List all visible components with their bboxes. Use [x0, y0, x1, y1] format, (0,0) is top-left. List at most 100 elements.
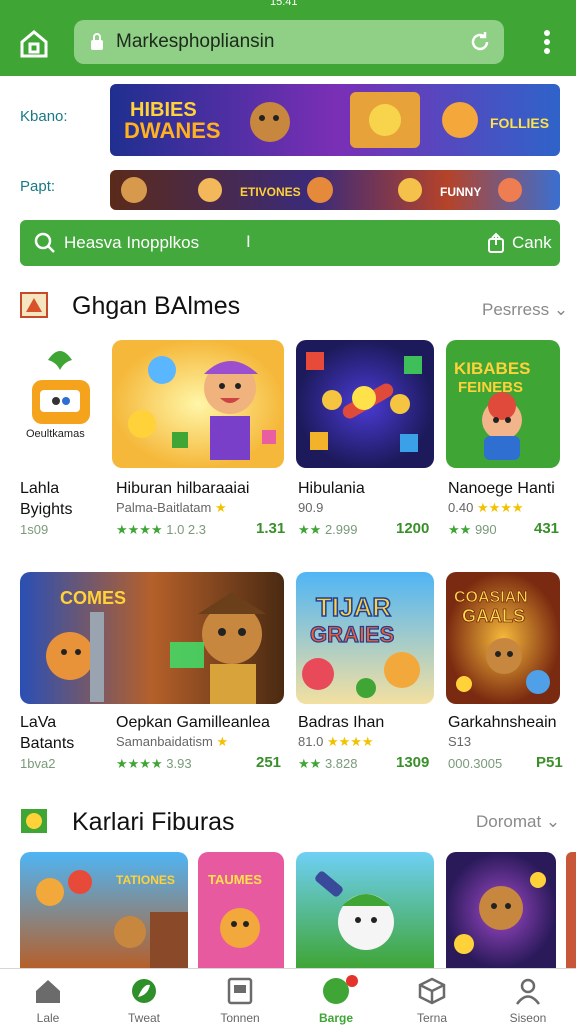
svg-text:GRAIES: GRAIES	[310, 622, 394, 647]
app-6-rating: ★★★★ 3.93	[116, 756, 192, 772]
svg-text:FOLLIES: FOLLIES	[490, 115, 549, 131]
app-2-name: Hiburan hilbaraaiai	[116, 480, 250, 497]
app-5-price: 1bva2	[20, 756, 56, 771]
section-3-more-label: Doromat	[476, 812, 542, 831]
app-tile-6-title-line1: TIJAR	[316, 592, 391, 622]
app-tile-1-caption: Oeultkamas	[26, 428, 85, 440]
app-tile-12[interactable]	[446, 852, 556, 968]
app-icon-6: TIJAR GRAIES	[296, 572, 434, 704]
app-7-name: Badras Ihan	[298, 714, 385, 731]
nav-item-terna[interactable]: Terna	[384, 969, 480, 1025]
browser-top-bar: 15:41 Markesphopliansin	[0, 0, 576, 76]
app-tile-1[interactable]: Oeultkamas	[20, 340, 102, 468]
app-6-price: 251	[256, 754, 282, 771]
section-1-icon	[20, 292, 48, 318]
app-tile-13-partial[interactable]	[566, 852, 576, 968]
app-4-rating-text: 990	[474, 522, 497, 537]
section-3-more-button[interactable]: Doromat ⌄	[476, 812, 560, 832]
featured-banner-2[interactable]: ETIVONES FUNNY	[110, 170, 560, 210]
featured-banner-1[interactable]: HIBIES DWANES FOLLIES	[110, 84, 560, 156]
svg-text:FUNNY: FUNNY	[440, 185, 481, 199]
app-7-rating-text: 3.828	[324, 756, 358, 771]
nav-label: Barge	[318, 1011, 353, 1025]
app-tile-4-title: KIBABES	[454, 359, 531, 378]
app-2-rating: ★★★★ 1.0 2.3	[116, 522, 206, 538]
app-tile-4[interactable]: KIBABES FEINEBS	[446, 340, 560, 468]
rating-stars: ★★★★	[326, 734, 374, 749]
app-tile-7-title-line1: COASIAN	[454, 589, 528, 606]
app-icon-9: TATIONES	[20, 852, 188, 968]
section-1-title: Ghgan BAlmes	[72, 292, 241, 320]
nav-item-siseon[interactable]: Siseon	[480, 969, 576, 1025]
app-icon-5: COMES	[20, 572, 284, 704]
app-tile-2[interactable]	[112, 340, 284, 468]
section-1-more-button[interactable]: Pesrress ⌄	[482, 300, 568, 320]
nav-item-barge[interactable]: Barge	[288, 969, 384, 1025]
app-tile-9[interactable]: TATIONES	[20, 852, 188, 968]
box-icon	[418, 977, 446, 1005]
rating-stars: ★★★★	[476, 500, 524, 515]
rating-stars: ★★	[448, 522, 472, 537]
address-bar[interactable]: Markesphopliansin	[74, 20, 504, 64]
app-5-name-line1: LaVa	[20, 714, 57, 731]
reload-icon[interactable]	[468, 30, 492, 54]
section-3-title: Karlari Fiburas	[72, 808, 235, 836]
svg-text:FEINEBS: FEINEBS	[458, 379, 523, 396]
svg-text:DWANES: DWANES	[124, 118, 221, 143]
app-5-name-line2: Batants	[20, 735, 75, 752]
app-1-price: 1s09	[20, 522, 49, 537]
app-8-price: P51	[536, 754, 563, 771]
app-tile-7[interactable]: COASIAN GAALS	[446, 572, 560, 704]
home-button[interactable]	[18, 28, 50, 58]
app-tile-10[interactable]: TAUMES	[198, 852, 284, 968]
app-1-name-line2: Byights	[20, 501, 73, 518]
app-6-rating-text: 3.93	[166, 756, 192, 771]
app-8-rating: 000.3005	[448, 756, 503, 771]
featured-banner-1-art: HIBIES DWANES FOLLIES	[110, 84, 560, 156]
app-tile-11[interactable]	[296, 852, 434, 968]
search-input[interactable]: Heasva Inopplkos	[64, 233, 199, 253]
tablet-icon	[227, 977, 253, 1005]
app-8-sub: S13	[448, 734, 472, 749]
app-tile-10-title: TAUMES	[208, 872, 262, 887]
app-icon-4: KIBABES FEINEBS	[446, 340, 560, 468]
nav-item-tonnen[interactable]: Tonnen	[192, 969, 288, 1025]
star-icon: ★	[215, 500, 227, 515]
app-icon-7: COASIAN GAALS	[446, 572, 560, 704]
app-1-name: Lahla Byights	[20, 478, 72, 520]
nav-item-tweat[interactable]: Tweat	[96, 969, 192, 1025]
text-cursor: I	[246, 232, 251, 251]
app-3-sub: 90.9	[298, 500, 324, 515]
notification-badge	[346, 975, 358, 987]
app-tile-6[interactable]: TIJAR GRAIES	[296, 572, 434, 704]
share-icon	[488, 232, 504, 253]
search-bar[interactable]: Heasva Inopplkos I Cank	[20, 220, 560, 266]
app-4-sub: 0.40 ★★★★	[448, 500, 524, 516]
app-7-sub-text: 81.0	[298, 734, 324, 749]
app-3-rating-text: 2.999	[324, 522, 358, 537]
nav-label: Tonnen	[220, 1011, 260, 1025]
app-3-name: Hibulania	[298, 480, 365, 497]
app-1-name-line1: Lahla	[20, 480, 60, 497]
nav-label: Tweat	[127, 1011, 160, 1025]
app-7-rating: ★★ 3.828	[298, 756, 357, 772]
search-icon	[34, 232, 55, 253]
featured-row-label-1: Kbano:	[20, 108, 68, 125]
nav-item-lale[interactable]: Lale	[0, 969, 96, 1025]
app-2-developer: Palma-Baitlatam ★	[116, 500, 227, 516]
app-2-developer-text: Palma-Baitlatam	[116, 500, 212, 515]
more-menu-button[interactable]	[536, 28, 558, 56]
app-4-sub-text: 0.40	[448, 500, 474, 515]
rating-stars: ★★	[298, 756, 322, 771]
svg-text:ETIVONES: ETIVONES	[240, 185, 301, 199]
rating-stars: ★★	[298, 522, 322, 537]
app-icon-12	[446, 852, 556, 968]
app-4-name: Nanoege Hanti	[448, 480, 555, 497]
app-tile-5[interactable]: COMES	[20, 572, 284, 704]
rating-stars: ★★★★	[116, 756, 163, 771]
search-action-button[interactable]: Cank	[512, 233, 552, 253]
app-7-price: 1309	[396, 754, 430, 771]
profile-icon	[515, 978, 541, 1005]
app-icon-1	[32, 351, 90, 424]
app-tile-3[interactable]	[296, 340, 434, 468]
